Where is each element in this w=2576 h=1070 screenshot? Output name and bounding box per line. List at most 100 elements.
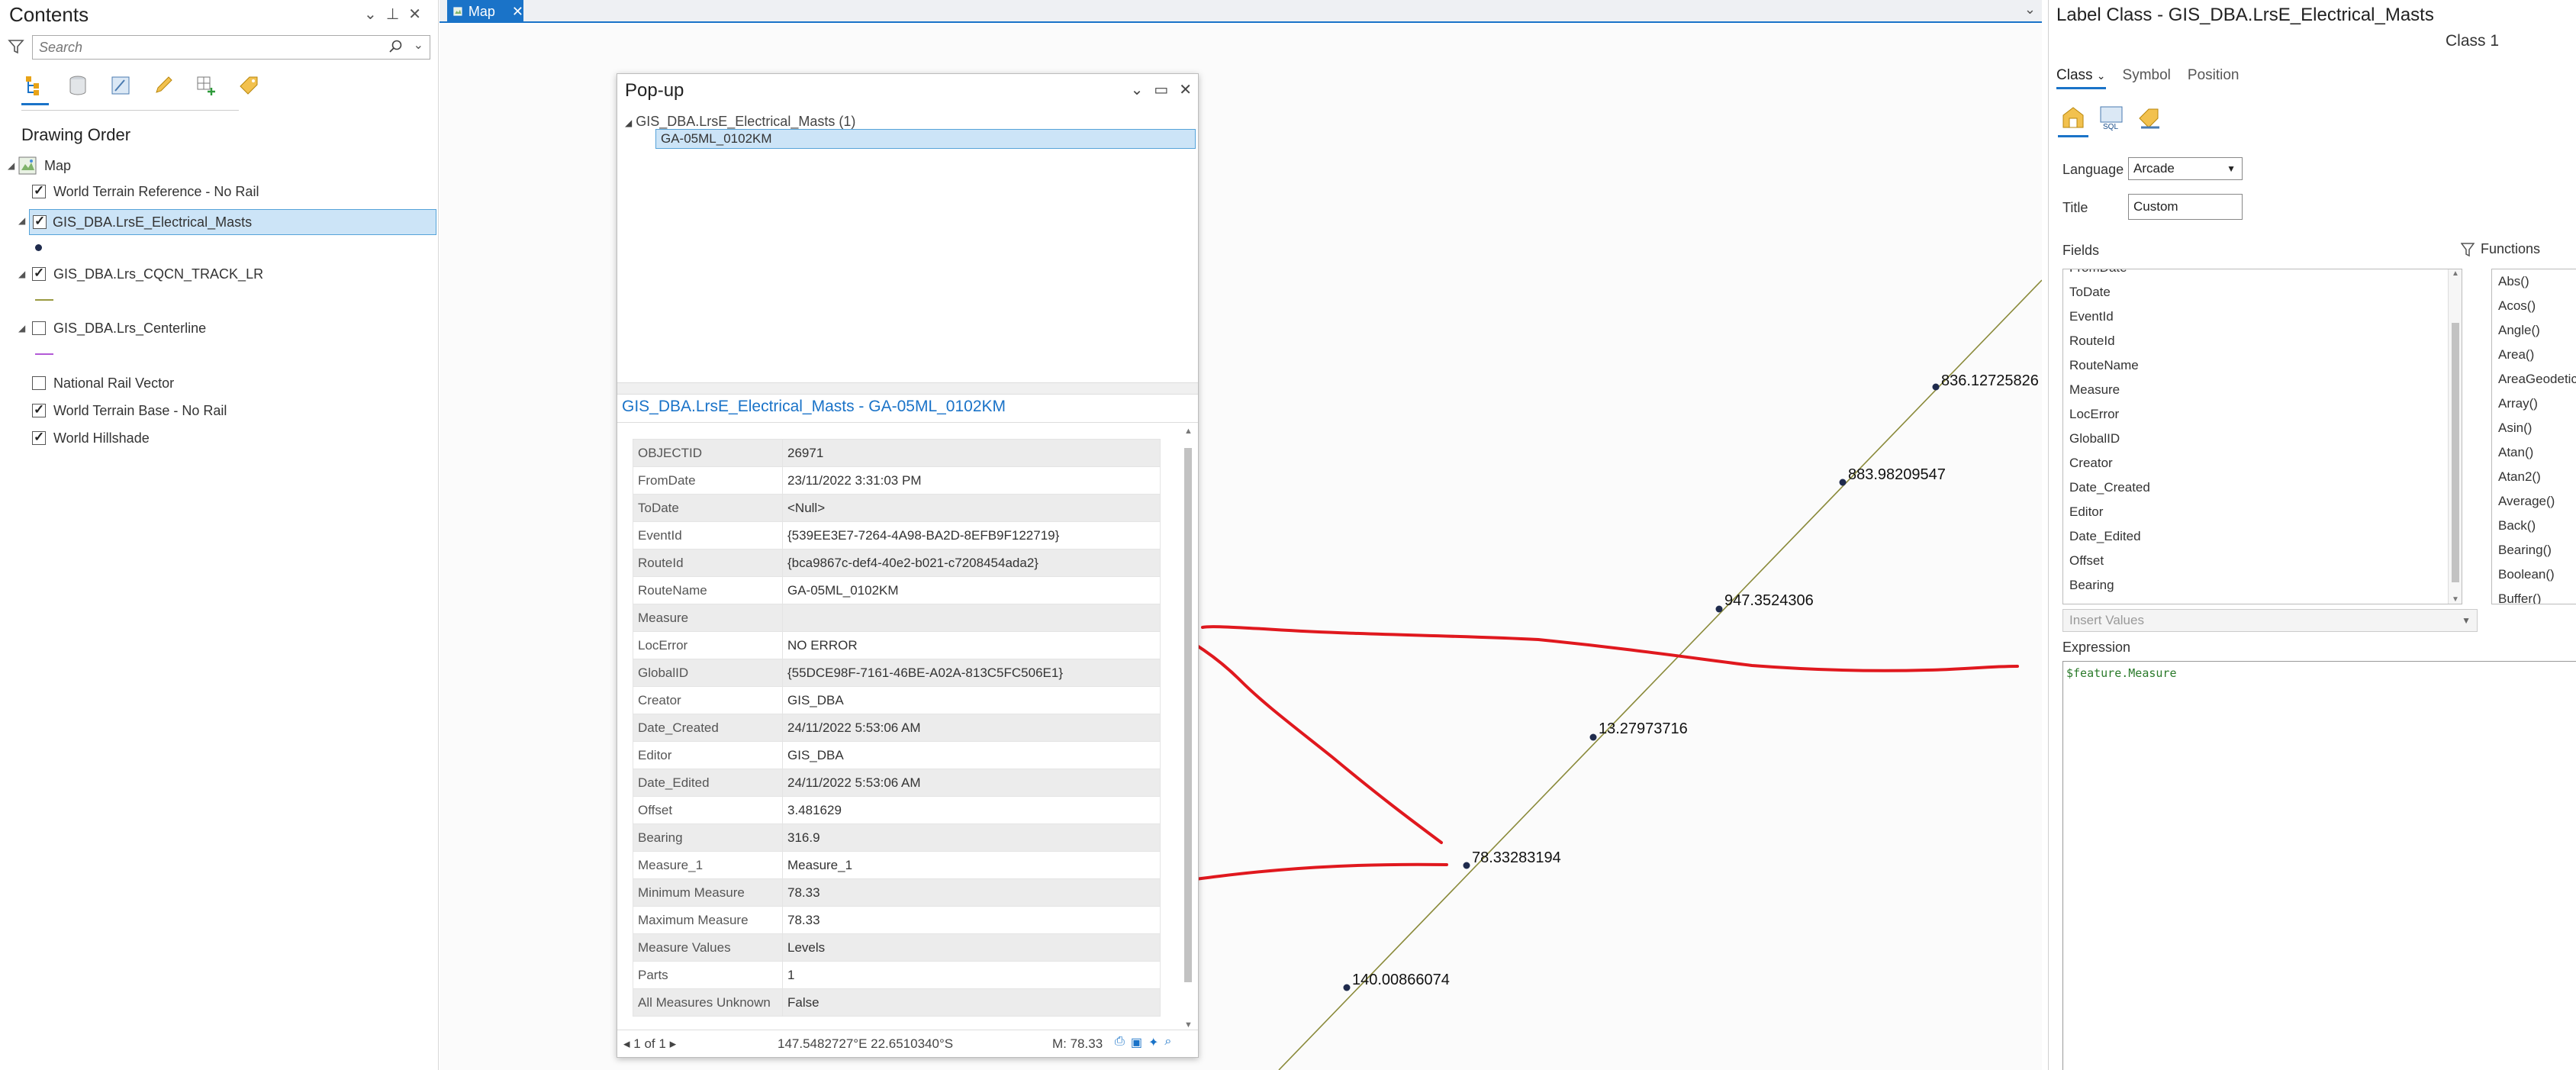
scrollbar-thumb[interactable] xyxy=(1184,448,1192,982)
attribute-value[interactable]: GA-05ML_0102KM xyxy=(782,576,1161,604)
class-name[interactable]: Class 1 xyxy=(2446,32,2499,50)
attribute-value[interactable]: {55DCE98F-7161-46BE-A02A-813C5FC506E1} xyxy=(782,659,1161,687)
popup-window[interactable]: Pop-up ⌄ ▭ ✕ ◢ GIS_DBA.LrsE_Electrical_M… xyxy=(617,73,1199,1058)
attribute-value[interactable]: 24/11/2022 5:53:06 AM xyxy=(782,769,1161,797)
search-icon[interactable] xyxy=(388,39,404,54)
zoom-to-icon[interactable]: ⌕ xyxy=(1164,1035,1171,1050)
function-item[interactable]: Atan2() xyxy=(2492,465,2576,489)
search-box[interactable]: ⌄ xyxy=(32,35,430,60)
expression-text[interactable]: $feature.Measure xyxy=(2066,666,2177,680)
field-item[interactable]: Editor xyxy=(2063,500,2462,524)
previous-icon[interactable]: ◂ xyxy=(623,1036,630,1051)
function-item[interactable]: Asin() xyxy=(2492,416,2576,440)
mast-point[interactable] xyxy=(1589,733,1597,741)
tab-symbol[interactable]: Symbol xyxy=(2123,67,2171,89)
functions-list[interactable]: Abs() Acos() Angle() Area() AreaGeodetic Arra… xyxy=(2491,269,2576,604)
line-symbol[interactable] xyxy=(35,353,53,355)
scroll-down-icon[interactable]: ▼ xyxy=(1184,1020,1193,1030)
expression-editor[interactable]: $feature.Measure xyxy=(2062,661,2576,1070)
attribute-value[interactable]: 23/11/2022 3:31:03 PM xyxy=(782,466,1161,495)
pin-icon[interactable]: ⊥ xyxy=(386,6,408,23)
attribute-value[interactable]: 3.481629 xyxy=(782,796,1161,824)
title-input[interactable]: Custom xyxy=(2128,194,2243,220)
attribute-value[interactable]: 26971 xyxy=(782,439,1161,467)
tab-position[interactable]: Position xyxy=(2188,67,2240,89)
print-icon[interactable]: ⎙ xyxy=(1115,1035,1125,1050)
feature-navigator[interactable]: ◂ 1 of 1 ▸ xyxy=(623,1036,676,1052)
field-item[interactable]: Measure xyxy=(2063,378,2462,402)
mast-point[interactable] xyxy=(1343,984,1351,991)
attribute-value[interactable]: 78.33 xyxy=(782,878,1161,907)
layer-visibility-checkbox[interactable] xyxy=(33,214,47,229)
function-item[interactable]: Abs() xyxy=(2492,269,2576,294)
layer-visibility-checkbox[interactable] xyxy=(32,321,46,335)
collapse-icon[interactable]: ◢ xyxy=(18,269,25,279)
collapse-icon[interactable]: ◢ xyxy=(18,215,25,226)
field-item[interactable]: Date_Edited xyxy=(2063,524,2462,549)
chevron-down-icon[interactable]: ⌄ xyxy=(2097,69,2106,82)
layer-item[interactable]: World Terrain Reference - No Rail xyxy=(0,179,436,205)
layer-item[interactable]: World Hillshade xyxy=(0,425,436,451)
mast-point[interactable] xyxy=(1932,383,1940,391)
attribute-value[interactable]: {bca9867c-def4-40e2-b021-c7208454ada2} xyxy=(782,549,1161,577)
field-item[interactable]: GlobalID xyxy=(2063,427,2462,451)
scroll-up-icon[interactable]: ▲ xyxy=(2452,269,2459,278)
attribute-value[interactable]: GIS_DBA xyxy=(782,741,1161,769)
pane-controls[interactable]: ⌄⊥✕ xyxy=(364,5,430,24)
close-icon[interactable]: ✕ xyxy=(1179,80,1192,99)
attribute-value[interactable]: 316.9 xyxy=(782,823,1161,852)
export-icon[interactable]: ▣ xyxy=(1131,1035,1142,1050)
field-item[interactable]: FromDate xyxy=(2063,269,2462,280)
mast-point[interactable] xyxy=(1463,862,1470,869)
function-item[interactable]: Angle() xyxy=(2492,318,2576,343)
list-by-selection-icon[interactable] xyxy=(107,70,134,101)
layer-visibility-checkbox[interactable] xyxy=(32,402,46,417)
list-by-editing-icon[interactable] xyxy=(150,70,177,101)
line-symbol[interactable] xyxy=(35,299,53,301)
sql-query-icon[interactable]: SQL xyxy=(2098,104,2125,131)
collapse-icon[interactable]: ◢ xyxy=(8,160,14,171)
fields-list[interactable]: FromDateToDateEventIdRouteIdRouteNameMea… xyxy=(2062,269,2462,604)
popup-tree-feature[interactable]: GA-05ML_0102KM xyxy=(655,129,1196,149)
language-select[interactable]: Arcade ▼ xyxy=(2128,157,2243,180)
popup-tree-parent[interactable]: ◢ GIS_DBA.LrsE_Electrical_Masts (1) xyxy=(625,114,855,130)
list-by-drawing-order-icon[interactable] xyxy=(21,70,49,105)
layer-visibility-checkbox[interactable] xyxy=(32,266,46,281)
filter-icon[interactable] xyxy=(8,38,24,55)
scroll-up-icon[interactable]: ▲ xyxy=(1184,427,1193,436)
field-item[interactable]: Date_Created xyxy=(2063,475,2462,500)
mast-point[interactable] xyxy=(1839,479,1847,486)
function-item[interactable]: Buffer() xyxy=(2492,587,2576,604)
attribute-value[interactable]: GIS_DBA xyxy=(782,686,1161,714)
label-placement-icon[interactable] xyxy=(2136,104,2163,131)
field-item[interactable]: EventId xyxy=(2063,305,2462,329)
function-item[interactable]: Acos() xyxy=(2492,294,2576,318)
field-item[interactable]: Creator xyxy=(2063,451,2462,475)
mast-point[interactable] xyxy=(1715,605,1723,613)
function-item[interactable]: Array() xyxy=(2492,392,2576,416)
layer-visibility-checkbox[interactable] xyxy=(32,430,46,445)
tab-class[interactable]: Class ⌄ xyxy=(2056,67,2106,89)
layer-visibility-checkbox[interactable] xyxy=(32,183,46,198)
attribute-value[interactable]: Levels xyxy=(782,933,1161,962)
layer-item-selected[interactable]: GIS_DBA.LrsE_Electrical_Masts xyxy=(29,209,436,235)
function-item[interactable]: Back() xyxy=(2492,514,2576,538)
chevron-down-icon[interactable]: ⌄ xyxy=(364,6,386,23)
collapse-icon[interactable]: ◢ xyxy=(625,118,632,128)
search-dropdown-icon[interactable]: ⌄ xyxy=(414,37,423,53)
attribute-value[interactable]: Measure_1 xyxy=(782,851,1161,879)
layer-item[interactable]: National Rail Vector xyxy=(0,370,436,396)
list-by-labeling-icon[interactable] xyxy=(235,70,262,101)
scrollbar-thumb[interactable] xyxy=(2452,323,2459,582)
attribute-value[interactable]: 1 xyxy=(782,961,1161,989)
track-line[interactable] xyxy=(1278,279,2042,1070)
fields-scrollbar[interactable]: ▲ ▼ xyxy=(2448,269,2462,604)
tab-map[interactable]: Map ✕ xyxy=(447,0,523,23)
popup-splitter[interactable] xyxy=(617,382,1198,395)
layer-visibility-checkbox[interactable] xyxy=(32,376,46,390)
attribute-value[interactable]: 24/11/2022 5:53:06 AM xyxy=(782,714,1161,742)
attribute-value[interactable]: NO ERROR xyxy=(782,631,1161,659)
function-item[interactable]: AreaGeodetic xyxy=(2492,367,2576,392)
field-item[interactable]: RouteId xyxy=(2063,329,2462,353)
insert-values-dropdown[interactable]: Insert Values ▼ xyxy=(2062,609,2478,632)
